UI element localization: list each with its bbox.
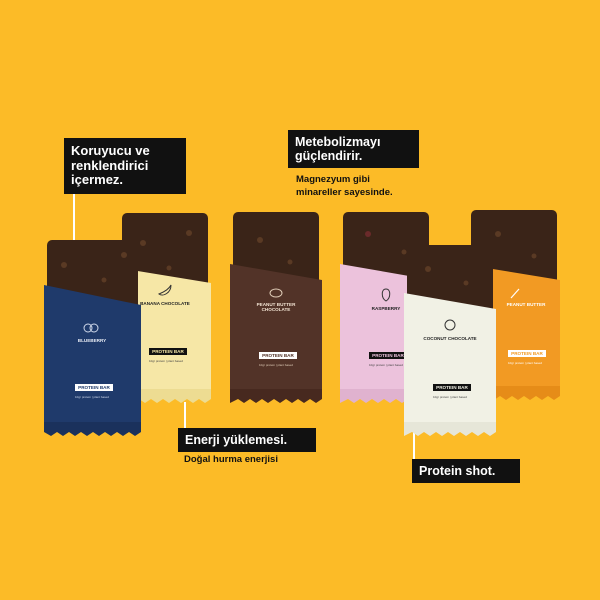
bar-peanut-butter-badge: PROTEIN BAR xyxy=(508,350,546,357)
callout-energy: Enerji yüklemesi. xyxy=(178,428,316,452)
bar-coconut-chocolate-badge: PROTEIN BAR xyxy=(433,384,471,391)
coconut-icon xyxy=(442,317,458,333)
bar-coconut-chocolate-flavor: COCONUT CHOCOLATE xyxy=(423,336,477,341)
callout-metabolism: Metebolizmayı güçlendirir. xyxy=(288,130,419,168)
peanut-butter-icon xyxy=(508,286,522,300)
bar-raspberry-badge: PROTEIN BAR xyxy=(369,352,407,359)
product-showcase: Koruyucu ve renklendirici içermez. Meteb… xyxy=(0,0,600,600)
raspberry-icon xyxy=(379,286,393,302)
bar-peanut-butter-fineprint: 10gr protein | plant based xyxy=(508,361,542,365)
callout-line-preservatives xyxy=(73,194,75,244)
bar-blueberry: BLUEBERRY PROTEIN BAR 10gr protein | pla… xyxy=(44,240,141,438)
bar-peanut-butter-chocolate: PEANUT BUTTER CHOCOLATE PROTEIN BAR 10gr… xyxy=(230,212,322,405)
callout-no-preservatives-text: Koruyucu ve renklendirici içermez. xyxy=(71,143,150,188)
callout-no-preservatives: Koruyucu ve renklendirici içermez. xyxy=(64,138,186,194)
callout-energy-text: Enerji yüklemesi. xyxy=(185,433,288,447)
bar-blueberry-flavor: BLUEBERRY xyxy=(77,338,107,343)
bar-coconut-chocolate-fineprint: 10gr protein | plant based xyxy=(433,395,467,399)
bar-peanut-butter-chocolate-fineprint: 10gr protein | plant based xyxy=(259,363,293,367)
callout-metabolism-text: Metebolizmayı güçlendirir. xyxy=(295,135,381,163)
bar-peanut-butter-flavor: PEANUT BUTTER xyxy=(506,302,546,307)
banana-icon xyxy=(157,283,173,297)
blueberry-icon xyxy=(82,320,100,336)
callout-metabolism-subtext: Magnezyum gibi minareller sayesinde. xyxy=(296,174,393,198)
bar-banana-flavor: BANANA CHOCOLATE xyxy=(140,301,190,306)
bar-banana-fineprint: 10gr protein | plant based xyxy=(149,359,183,363)
callout-energy-subtext: Doğal hurma enerjisi xyxy=(184,454,278,465)
peanut-icon xyxy=(268,286,284,300)
bar-peanut-butter-chocolate-flavor: PEANUT BUTTER CHOCOLATE xyxy=(256,302,296,313)
bar-blueberry-fineprint: 10gr protein | plant based xyxy=(75,395,109,399)
bar-coconut-chocolate: COCONUT CHOCOLATE PROTEIN BAR 10gr prote… xyxy=(404,245,496,438)
bar-blueberry-badge: PROTEIN BAR xyxy=(75,384,113,391)
bar-peanut-butter-chocolate-badge: PROTEIN BAR xyxy=(259,352,297,359)
callout-protein-text: Protein shot. xyxy=(419,464,496,478)
bar-coconut-chocolate-graphic xyxy=(404,245,496,436)
callout-protein: Protein shot. xyxy=(412,459,520,483)
bar-banana-badge: PROTEIN BAR xyxy=(149,348,187,355)
